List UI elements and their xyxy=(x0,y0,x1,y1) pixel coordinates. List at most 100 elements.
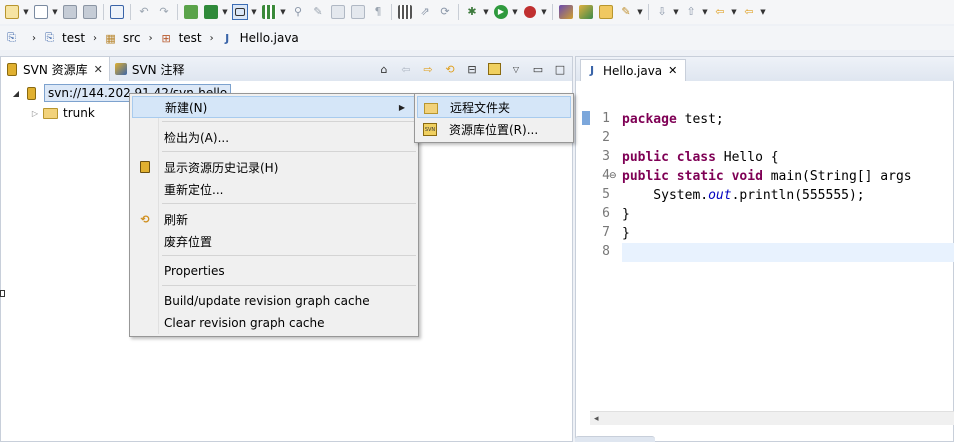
menu-item-label: Clear revision graph cache xyxy=(164,316,325,330)
menu-item-properties[interactable]: Properties xyxy=(132,260,416,282)
chevron-down-icon[interactable]: ▼ xyxy=(701,4,709,20)
forward-icon[interactable]: ⇨ xyxy=(420,61,436,77)
menu-item-label: 废弃位置 xyxy=(164,234,213,249)
save-all-icon[interactable] xyxy=(82,4,98,20)
home-icon[interactable]: ⌂ xyxy=(376,61,392,77)
back-icon[interactable]: ⇦ xyxy=(398,61,414,77)
breadcrumb-src[interactable]: ▦ src xyxy=(103,31,140,45)
menu-item-discard-location[interactable]: 废弃位置 xyxy=(132,230,416,252)
deploy-icon[interactable] xyxy=(203,4,219,20)
menu-item-remote-folder[interactable]: 远程文件夹 xyxy=(417,96,571,118)
line-number: 3 xyxy=(602,149,610,164)
chevron-down-icon[interactable]: ▼ xyxy=(540,4,548,20)
editor-area: J Hello.java ✕ 1 2 3 4 ⊖ 5 6 7 8 package… xyxy=(575,56,954,442)
tool-icon[interactable]: ¶ xyxy=(370,4,386,20)
code-line: } xyxy=(622,226,630,241)
code-editor[interactable]: package test; public class Hello { publi… xyxy=(622,83,954,413)
close-icon[interactable]: ✕ xyxy=(94,63,103,76)
package-icon: ⊞ xyxy=(161,31,171,45)
menu-item-label: 新建(N) xyxy=(165,100,208,115)
undo-icon[interactable]: ↶ xyxy=(136,4,152,20)
chevron-down-icon[interactable]: ▼ xyxy=(511,4,519,20)
open-type-icon[interactable] xyxy=(558,4,574,20)
source-folder-icon: ▦ xyxy=(105,31,116,45)
menu-item-refresh[interactable]: ⟲ 刷新 xyxy=(132,208,416,230)
breadcrumb-project[interactable]: ⎘ test xyxy=(42,31,85,45)
menu-item-label: 资源库位置(R)... xyxy=(449,122,539,137)
chevron-down-icon[interactable]: ▼ xyxy=(51,4,59,20)
expand-icon[interactable]: ◢ xyxy=(9,89,23,98)
chevron-down-icon[interactable]: ▼ xyxy=(279,4,287,20)
chevron-down-icon[interactable]: ▼ xyxy=(221,4,229,20)
debug-icon[interactable]: ✱ xyxy=(464,4,480,20)
tool-icon[interactable]: ✎ xyxy=(310,4,326,20)
select-mode-icon[interactable] xyxy=(232,4,248,20)
open-folder-icon[interactable] xyxy=(598,4,614,20)
new-repository-icon[interactable] xyxy=(486,61,502,77)
code-line: } xyxy=(622,207,630,222)
menu-item-show-history[interactable]: 显示资源历史记录(H) xyxy=(132,156,416,178)
grid-icon[interactable] xyxy=(261,4,277,20)
menu-item-new[interactable]: 新建(N) ▶ xyxy=(132,96,416,118)
external-tools-icon[interactable] xyxy=(522,4,538,20)
breadcrumb-file[interactable]: J Hello.java xyxy=(220,31,299,45)
tool-icon[interactable] xyxy=(330,4,346,20)
breadcrumb: ⎘ › ⎘ test › ▦ src › ⊞ test › J Hello.java xyxy=(0,26,954,50)
tool-icon[interactable] xyxy=(397,4,413,20)
tab-label: SVN 注释 xyxy=(131,62,185,77)
view-menu-icon[interactable]: ▽ xyxy=(508,61,524,77)
minimize-icon[interactable]: ▭ xyxy=(530,61,546,77)
tab-label: SVN 资源库 xyxy=(23,62,88,77)
tool-icon[interactable]: ⇗ xyxy=(417,4,433,20)
save-icon[interactable] xyxy=(62,4,78,20)
next-annotation-icon[interactable]: ⇩ xyxy=(654,4,670,20)
collapse-icon[interactable]: ▷ xyxy=(28,109,42,118)
menu-separator xyxy=(162,255,416,256)
new-wizard-icon[interactable] xyxy=(33,4,49,20)
menu-item-clear-revision-graph[interactable]: Clear revision graph cache xyxy=(132,312,416,334)
code-line: System.out.println(555555); xyxy=(622,188,865,203)
scroll-left-icon[interactable]: ◂ xyxy=(594,414,599,424)
print-icon[interactable] xyxy=(109,4,125,20)
chevron-down-icon[interactable]: ▼ xyxy=(730,4,738,20)
tab-svn-annotate[interactable]: SVN 注释 xyxy=(110,57,191,81)
horizontal-scrollbar[interactable]: ◂ xyxy=(590,411,954,425)
tool-icon[interactable]: ⟳ xyxy=(437,4,453,20)
forward-icon[interactable]: ⇦ xyxy=(741,4,757,20)
new-icon[interactable] xyxy=(4,4,20,20)
tool-icon[interactable] xyxy=(350,4,366,20)
open-task-icon[interactable] xyxy=(578,4,594,20)
breadcrumb-label: test xyxy=(178,31,202,45)
prev-annotation-icon[interactable]: ⇧ xyxy=(683,4,699,20)
fold-icon[interactable]: ⊖ xyxy=(609,171,617,181)
tab-svn-repository[interactable]: SVN 资源库 ✕ xyxy=(1,57,110,81)
chevron-right-icon: › xyxy=(148,32,153,44)
menu-item-build-revision-graph[interactable]: Build/update revision graph cache xyxy=(132,290,416,312)
build-icon[interactable] xyxy=(183,4,199,20)
breadcrumb-package[interactable]: ⊞ test xyxy=(159,31,202,45)
refresh-icon[interactable]: ⟲ xyxy=(442,61,458,77)
menu-item-checkout-as[interactable]: 检出为(A)... xyxy=(132,126,416,148)
close-icon[interactable]: ✕ xyxy=(668,64,677,77)
breadcrumb-root[interactable]: ⎘ xyxy=(4,31,24,45)
line-number: 8 xyxy=(602,244,610,259)
pen-icon[interactable]: ✎ xyxy=(618,4,634,20)
pin-icon[interactable]: ⚲ xyxy=(290,4,306,20)
chevron-down-icon[interactable]: ▼ xyxy=(250,4,258,20)
menu-item-repository-location[interactable]: SVN 资源库位置(R)... xyxy=(417,118,571,140)
collapse-all-icon[interactable]: ⊟ xyxy=(464,61,480,77)
back-icon[interactable]: ⇦ xyxy=(712,4,728,20)
chevron-down-icon[interactable]: ▼ xyxy=(22,4,30,20)
run-icon[interactable]: ▶ xyxy=(493,4,509,20)
project-icon: ⎘ xyxy=(45,31,54,44)
redo-icon[interactable]: ↷ xyxy=(156,4,172,20)
chevron-down-icon[interactable]: ▼ xyxy=(672,4,680,20)
maximize-icon[interactable]: □ xyxy=(552,61,568,77)
tab-hello-java[interactable]: J Hello.java ✕ xyxy=(580,59,687,81)
menu-item-relocate[interactable]: 重新定位... xyxy=(132,178,416,200)
chevron-down-icon[interactable]: ▼ xyxy=(759,4,767,20)
chevron-down-icon[interactable]: ▼ xyxy=(482,4,490,20)
chevron-down-icon[interactable]: ▼ xyxy=(636,4,644,20)
toolbar-separator xyxy=(130,4,131,20)
